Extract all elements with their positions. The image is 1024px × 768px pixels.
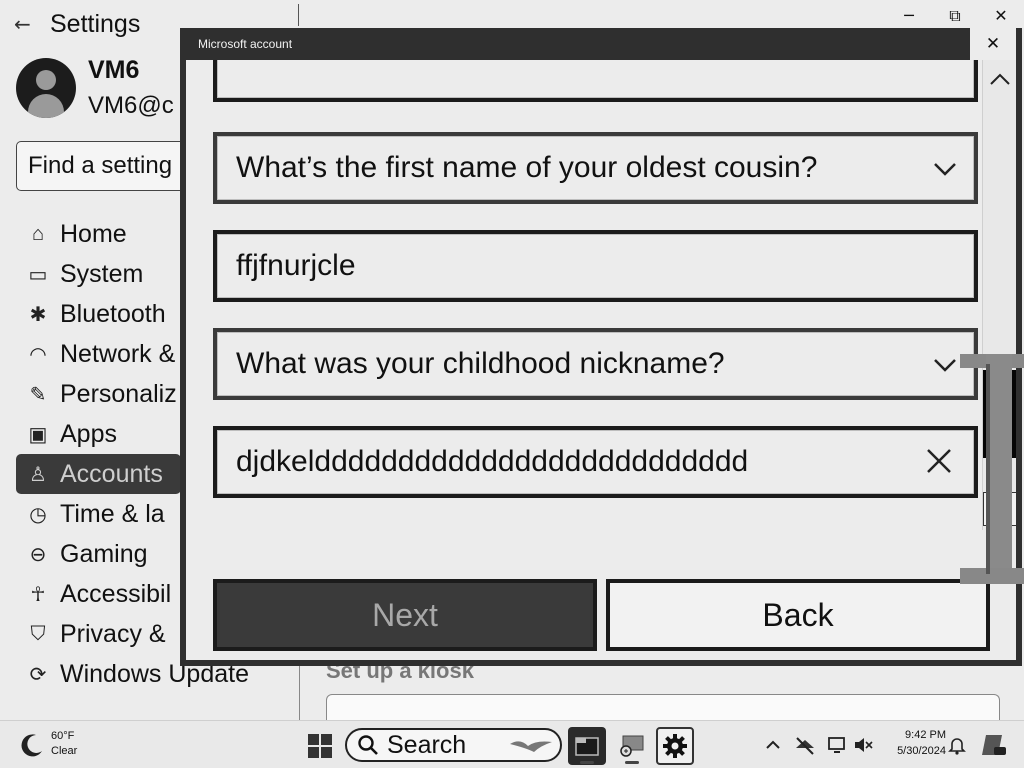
user-name: VM6 — [88, 56, 140, 84]
sidebar-item-label: Apps — [60, 419, 117, 448]
security-question-1-select[interactable]: What’s the first name of your oldest cou… — [213, 132, 978, 204]
update-icon: ⟳ — [29, 663, 47, 686]
chevron-down-icon — [934, 163, 956, 176]
sidebar-item-label: Network & — [60, 339, 176, 368]
security-question-1-value: What’s the first name of your oldest cou… — [236, 151, 818, 184]
sidebar-item-privacy[interactable]: ⛉ Privacy & — [16, 614, 181, 654]
dialog-content: What’s the first name of your oldest cou… — [186, 60, 1016, 660]
sidebar-item-label: Home — [60, 219, 127, 248]
security-answer-1-input[interactable]: ffjfnurjcle — [213, 230, 978, 302]
minimize-button[interactable]: ─ — [886, 4, 932, 28]
person-icon: ♙ — [29, 463, 47, 486]
speaker-muted-icon[interactable] — [852, 734, 874, 756]
active-indicator — [580, 761, 594, 764]
sidebar-item-label: Accessibil — [60, 579, 172, 608]
sidebar-item-label: System — [60, 259, 144, 288]
gear-icon — [663, 734, 687, 758]
sidebar-item-label: Time & la — [60, 499, 165, 528]
gamepad-icon: ⊖ — [29, 543, 47, 566]
taskbar-search-box[interactable]: Search — [345, 728, 562, 762]
pane-divider — [299, 660, 300, 720]
apps-icon: ▣ — [28, 423, 48, 446]
next-button[interactable]: Next — [213, 579, 597, 651]
display-icon[interactable] — [826, 734, 848, 756]
chevron-up-icon[interactable] — [762, 734, 784, 756]
security-answer-2-input[interactable]: djdkeldddddddddddddddddddddddddd — [213, 426, 978, 498]
sidebar-item-bluetooth[interactable]: ✱ Bluetooth — [16, 294, 181, 334]
back-arrow-icon[interactable]: ← — [14, 12, 31, 36]
sidebar-item-label: Privacy & — [60, 619, 166, 648]
restore-button[interactable]: ⧉ — [932, 4, 978, 28]
sidebar-item-label: Personaliz — [60, 379, 177, 408]
security-question-2-value: What was your childhood nickname? — [236, 347, 725, 380]
security-answer-1-value: ffjfnurjcle — [236, 249, 356, 282]
sidebar-item-home[interactable]: ⌂ Home — [16, 214, 181, 254]
scroll-up-icon[interactable] — [983, 64, 1016, 94]
title-divider — [298, 4, 299, 26]
brush-icon: ✎ — [29, 383, 47, 406]
sidebar-item-gaming[interactable]: ⊖ Gaming — [16, 534, 181, 574]
folder-icon — [575, 737, 599, 756]
taskbar-file-explorer[interactable] — [568, 727, 606, 765]
settings-title: Settings — [50, 10, 141, 38]
search-label: Search — [387, 730, 467, 759]
home-icon: ⌂ — [31, 222, 45, 245]
windows-start-icon[interactable] — [307, 733, 333, 759]
search-highlight-bird-icon — [510, 741, 552, 752]
sidebar-item-accessibility[interactable]: ☥ Accessibil — [16, 574, 181, 614]
monitor-icon: ▭ — [28, 263, 48, 286]
security-answer-2-value: djdkeldddddddddddddddddddddddddd — [236, 445, 749, 478]
weather-temperature: 60°F — [51, 730, 75, 742]
sidebar-item-system[interactable]: ▭ System — [16, 254, 181, 294]
sidebar-item-label: Bluetooth — [60, 299, 166, 328]
security-question-2-select[interactable]: What was your childhood nickname? — [213, 328, 978, 400]
sidebar-item-accounts[interactable]: ♙ Accounts — [16, 454, 181, 494]
sidebar-item-time-language[interactable]: ◷ Time & la — [16, 494, 181, 534]
sidebar-item-label: Accounts — [60, 459, 163, 488]
bell-icon[interactable] — [946, 734, 968, 756]
user-email: VM6@c — [88, 92, 174, 119]
microsoft-account-dialog: Microsoft account ✕ What’s the first nam… — [180, 28, 1024, 666]
shield-icon: ⛉ — [30, 622, 46, 645]
search-icon — [358, 735, 378, 755]
network-disconnected-icon[interactable] — [794, 734, 816, 756]
wifi-icon: ◠ — [29, 343, 47, 366]
active-indicator — [625, 761, 639, 764]
copilot-preview-icon[interactable] — [980, 731, 1008, 759]
moon-icon[interactable] — [18, 731, 46, 759]
taskbar-settings-app[interactable] — [656, 727, 694, 765]
text-cursor-icon — [960, 354, 1024, 584]
avatar[interactable] — [16, 58, 76, 118]
sidebar-item-network[interactable]: ◠ Network & — [16, 334, 181, 374]
sidebar-item-personalization[interactable]: ✎ Personaliz — [16, 374, 181, 414]
magnifier-screen-icon — [620, 735, 644, 757]
accessibility-icon: ☥ — [30, 583, 46, 606]
taskbar: 60°F Clear Search 9:42 PM 5/30/2024 — [0, 720, 1024, 768]
back-button[interactable]: Back — [606, 579, 990, 651]
bluetooth-icon: ✱ — [29, 303, 47, 326]
close-window-button[interactable]: ✕ — [978, 4, 1024, 28]
taskbar-magnifier-app[interactable] — [613, 727, 651, 765]
clock-time[interactable]: 9:42 PM — [884, 729, 946, 741]
previous-answer-field[interactable] — [213, 60, 978, 102]
dialog-title: Microsoft account — [198, 37, 293, 51]
clock-language-icon: ◷ — [29, 503, 47, 526]
weather-condition: Clear — [51, 745, 78, 757]
clock-date[interactable]: 5/30/2024 — [884, 745, 946, 757]
sidebar-item-apps[interactable]: ▣ Apps — [16, 414, 181, 454]
sidebar-item-label: Gaming — [60, 539, 148, 568]
dialog-close-button[interactable]: ✕ — [970, 28, 1016, 60]
